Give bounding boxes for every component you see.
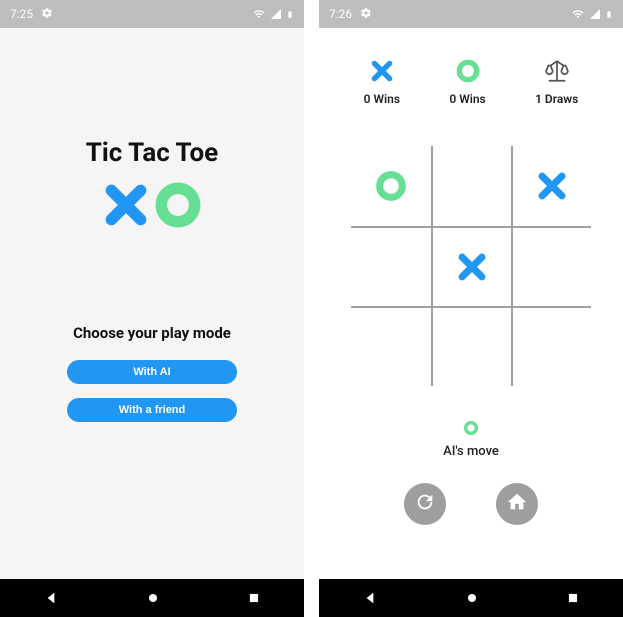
board-cell-6[interactable] [351,306,431,386]
o-icon [455,69,481,88]
score-draws: 1 Draws [535,58,578,106]
x-icon [369,69,395,88]
refresh-icon [414,491,436,517]
settings-status-icon [360,7,372,22]
score-o-label: 0 Wins [449,92,485,106]
play-ai-button[interactable]: With AI [67,360,237,384]
wifi-icon [252,8,266,20]
board-cell-0[interactable] [351,146,431,226]
scale-icon [544,69,570,88]
restart-button[interactable] [404,483,446,525]
o-icon [153,180,203,234]
battery-icon [605,8,613,21]
signal-icon [589,8,601,20]
nav-bar [319,579,623,617]
nav-bar [0,579,304,617]
nav-home-icon[interactable] [145,590,161,606]
score-x: 0 Wins [364,58,400,106]
game-board [351,146,591,386]
play-friend-button[interactable]: With a friend [67,398,237,422]
nav-recent-icon[interactable] [247,591,261,605]
nav-recent-icon[interactable] [566,591,580,605]
nav-back-icon[interactable] [362,590,378,606]
board-cell-1[interactable] [431,146,511,226]
x-icon [101,180,151,234]
nav-home-icon[interactable] [464,590,480,606]
signal-icon [270,8,282,20]
nav-back-icon[interactable] [43,590,59,606]
scoreboard: 0 Wins 0 Wins 1 Draws [319,28,623,106]
board-cell-4[interactable] [431,226,511,306]
score-x-label: 0 Wins [364,92,400,106]
board-cell-8[interactable] [511,306,591,386]
turn-label: AI's move [319,444,623,459]
status-bar: 7:25 [0,0,304,28]
turn-indicator: AI's move [319,420,623,459]
logo [0,180,304,234]
battery-icon [286,8,294,21]
score-o: 0 Wins [449,58,485,106]
status-time: 7:26 [329,7,352,21]
menu-screen: 7:25 Tic Tac Toe [0,0,304,617]
board-cell-7[interactable] [431,306,511,386]
home-icon [506,491,528,517]
game-screen: 7:26 0 Wins 0 Wins 1 Draws [319,0,623,617]
home-button[interactable] [496,483,538,525]
board-cell-3[interactable] [351,226,431,306]
board-cell-2[interactable] [511,146,591,226]
wifi-icon [571,8,585,20]
turn-marker-icon [463,421,479,440]
status-time: 7:25 [10,7,33,21]
choose-mode-label: Choose your play mode [0,324,304,342]
settings-status-icon [41,7,53,22]
score-draws-label: 1 Draws [535,92,578,106]
app-title: Tic Tac Toe [0,138,304,168]
board-cell-5[interactable] [511,226,591,306]
status-bar: 7:26 [319,0,623,28]
